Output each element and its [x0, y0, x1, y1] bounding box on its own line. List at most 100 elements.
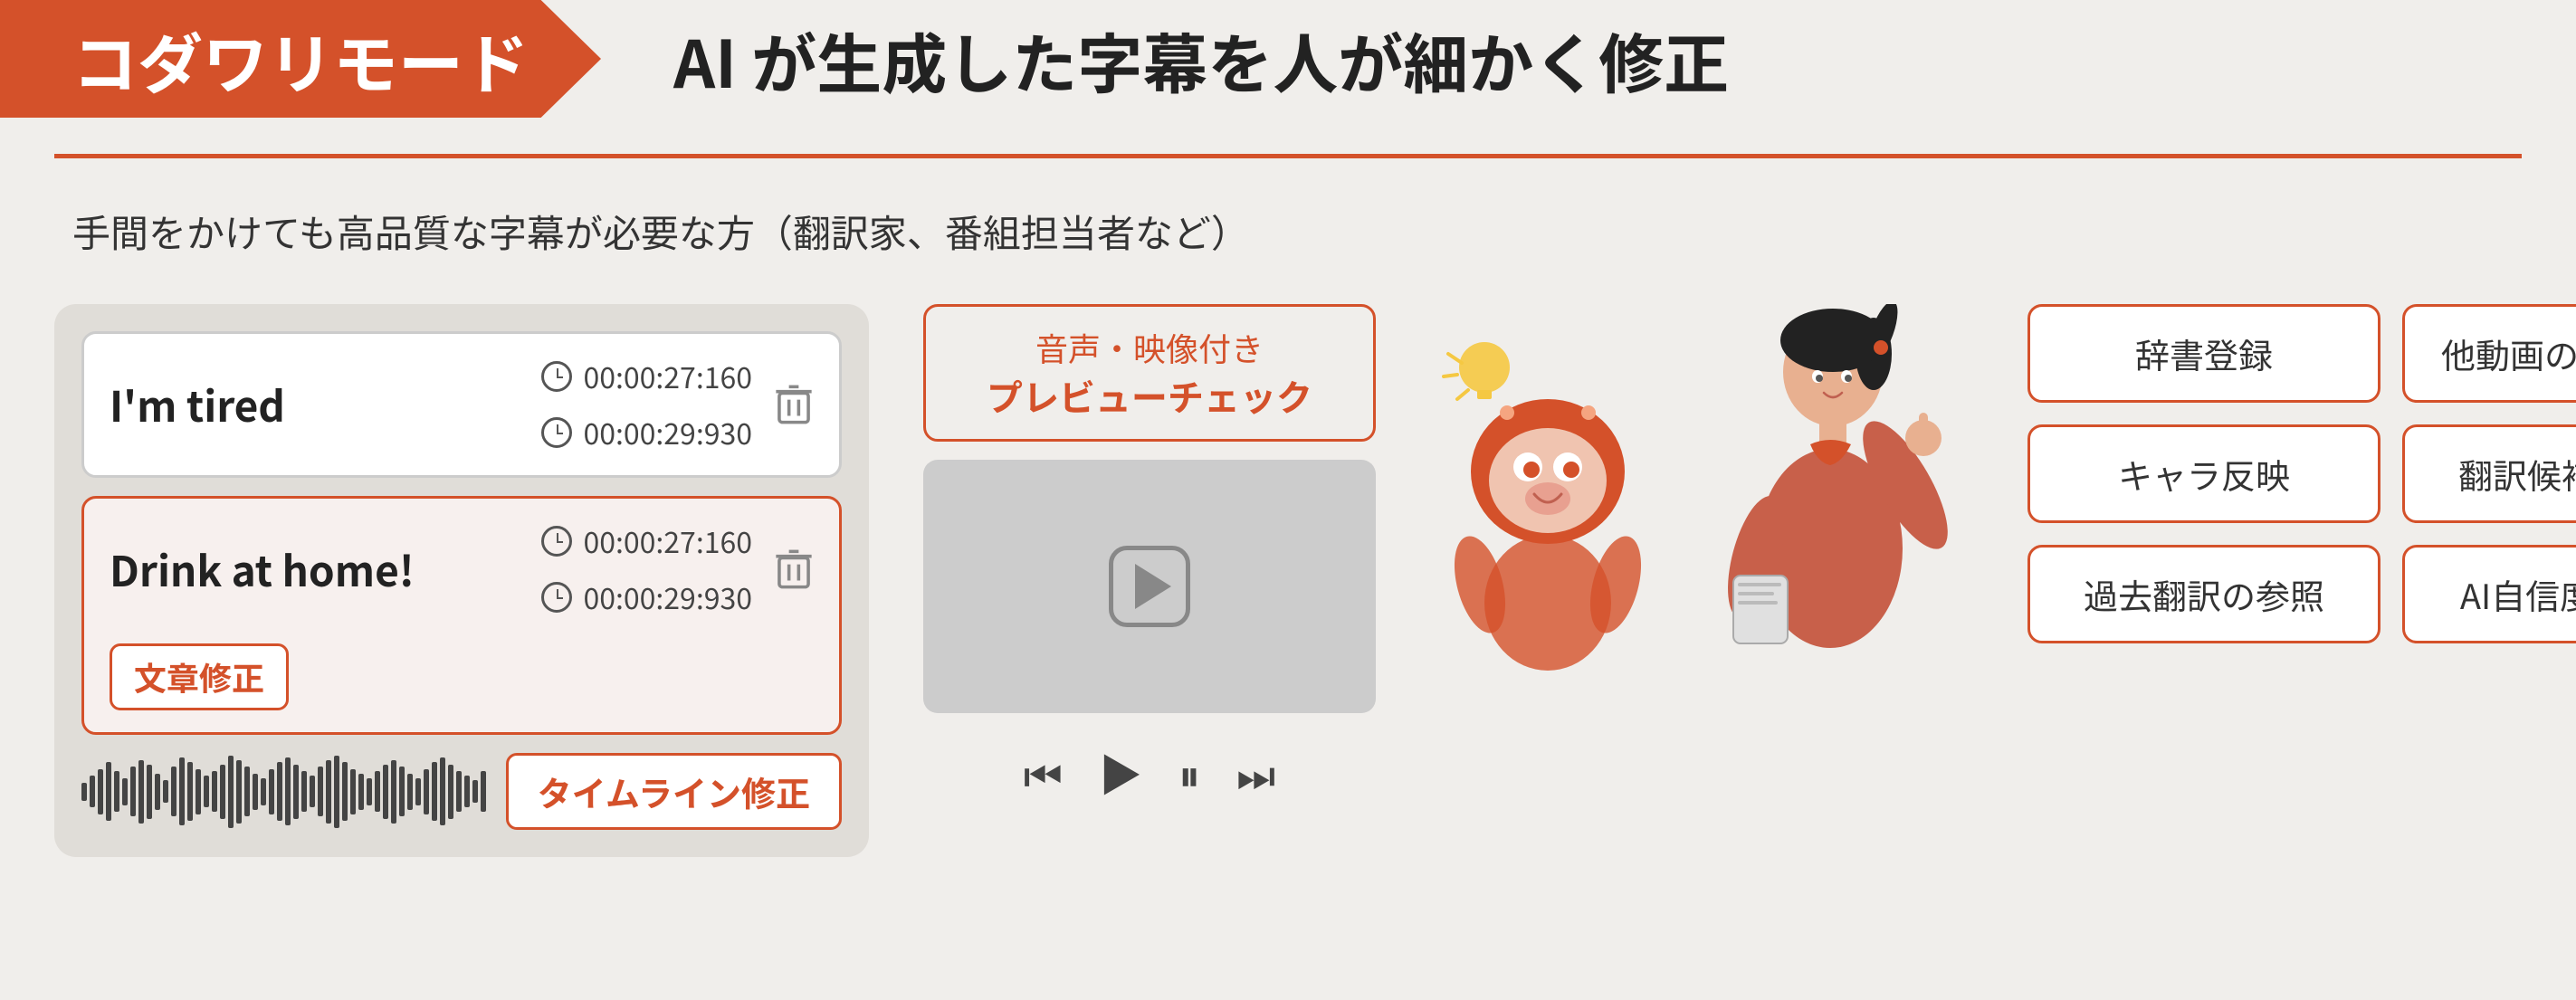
play-button-large[interactable]	[1109, 546, 1190, 627]
preview-label-top: 音声・映像付き	[953, 325, 1346, 370]
waveform-bar	[253, 774, 258, 810]
time-value-2b: 00:00:29:930	[583, 576, 752, 618]
waveform-bar	[106, 762, 111, 821]
timeline-badge-text: タイムライン修正	[538, 767, 810, 816]
preview-label-bottom: プレビューチェック	[953, 370, 1346, 421]
illustrations-wrapper	[1430, 304, 1955, 684]
waveform-bar	[228, 756, 234, 828]
waveform-bar	[342, 762, 348, 821]
waveform-bar	[326, 760, 331, 824]
subtitle-text-2: Drink at home!	[110, 539, 520, 599]
time-value-1b: 00:00:29:930	[583, 412, 752, 453]
page-title: AI が生成した字幕を人が細かく修正	[601, 0, 1729, 118]
waveform-bar	[301, 771, 307, 812]
page-title-text: AI が生成した字幕を人が細かく修正	[673, 12, 1729, 107]
subtitle-row-2: Drink at home! 00:00:27:160 00:00:29:930	[81, 496, 842, 735]
waveform-bar	[81, 783, 87, 801]
waveform-bar	[350, 769, 356, 814]
time-section-2: 00:00:27:160 00:00:29:930	[541, 520, 752, 618]
subtitle: 手間をかけても高品質な字幕が必要な方（翻訳家、番組担当者など）	[0, 204, 2576, 259]
subtitle-row-1: I'm tired 00:00:27:160 00:00:29:930	[81, 331, 842, 478]
feature-label-2: キャラ反映	[2118, 449, 2290, 499]
person-illustration	[1684, 304, 1955, 684]
feature-item-0: 辞書登録	[2027, 304, 2380, 403]
mode-badge-text: コダワリモード	[72, 12, 529, 107]
waveform-bar	[383, 765, 388, 819]
time-entry-1b: 00:00:29:930	[541, 412, 752, 453]
waveform-bar	[456, 771, 462, 812]
waveform-bar	[310, 776, 315, 807]
waveform-bar	[358, 774, 364, 810]
waveform-bar	[130, 767, 136, 816]
timeline-badge[interactable]: タイムライン修正	[506, 753, 842, 830]
waveform-bar	[244, 767, 250, 816]
waveform-bar	[179, 757, 185, 825]
waveform-bar	[98, 769, 103, 814]
waveform-bar	[407, 774, 413, 810]
correction-badge[interactable]: 文章修正	[110, 643, 289, 710]
waveform-section: タイムライン修正	[81, 753, 842, 830]
clock-icon-2a	[541, 526, 572, 557]
trash-icon-1[interactable]	[774, 382, 814, 427]
feature-item-3: 翻訳候補の選択	[2402, 424, 2576, 523]
robot-illustration	[1430, 340, 1647, 684]
waveform-bar	[375, 771, 380, 812]
waveform-bar	[212, 771, 217, 812]
waveform-bar	[334, 756, 339, 828]
waveform-bar	[163, 780, 168, 803]
feature-label-0: 辞書登録	[2135, 329, 2273, 378]
editor-panel: I'm tired 00:00:27:160 00:00:29:930	[54, 304, 869, 857]
clock-icon-1a	[541, 361, 572, 392]
waveform-bar	[187, 762, 193, 821]
time-entry-2a: 00:00:27:160	[541, 520, 752, 562]
feature-label-3: 翻訳候補の選択	[2458, 449, 2576, 499]
play-icon[interactable]: ▶	[1099, 740, 1142, 804]
subtitle-text: 手間をかけても高品質な字幕が必要な方（翻訳家、番組担当者など）	[72, 204, 1249, 259]
preview-badge: 音声・映像付き プレビューチェック	[923, 304, 1376, 442]
waveform-bar	[399, 767, 405, 816]
waveform-bar	[440, 757, 445, 825]
waveform-bar	[424, 769, 429, 814]
waveform-bar	[415, 778, 421, 805]
waveform-bar	[391, 760, 396, 824]
waveform-bar	[472, 780, 478, 803]
waveform-bar	[220, 765, 225, 819]
feature-label-1: 他動画の追加学習	[2441, 329, 2576, 378]
waveform-bar	[432, 762, 437, 821]
feature-item-5: AI自信度の表示	[2402, 545, 2576, 643]
time-value-1a: 00:00:27:160	[583, 356, 752, 397]
pause-icon[interactable]: ⏸	[1178, 740, 1200, 804]
mode-badge: コダワリモード	[0, 0, 601, 118]
waveform-bar	[122, 778, 128, 805]
skip-back-icon[interactable]: ⏮	[1024, 740, 1063, 804]
waveform-bar	[236, 760, 242, 824]
feature-item-4: 過去翻訳の参照	[2027, 545, 2380, 643]
play-triangle-icon	[1135, 564, 1171, 609]
main-content: I'm tired 00:00:27:160 00:00:29:930	[0, 304, 2576, 857]
waveform-bar	[114, 771, 119, 812]
video-panel: 音声・映像付き プレビューチェック ⏮ ▶ ⏸ ⏭	[923, 304, 1376, 813]
header-divider	[54, 154, 2522, 158]
waveform-bar	[147, 765, 152, 819]
waveform-bar	[448, 765, 453, 819]
feature-grid: 辞書登録 他動画の追加学習 キャラ反映 翻訳候補の選択 過去翻訳の参照 AI自信…	[2027, 304, 2576, 643]
waveform-bar	[318, 767, 323, 816]
feature-item-1: 他動画の追加学習	[2402, 304, 2576, 403]
waveform	[81, 756, 488, 828]
time-value-2a: 00:00:27:160	[583, 520, 752, 562]
correction-badge-text: 文章修正	[134, 653, 264, 700]
waveform-bar	[171, 767, 177, 816]
trash-icon-2[interactable]	[774, 547, 814, 592]
video-player	[923, 460, 1376, 713]
clock-icon-2b	[541, 582, 572, 613]
waveform-bar	[367, 778, 372, 805]
waveform-bar	[155, 774, 160, 810]
waveform-bar	[261, 778, 266, 805]
waveform-bar	[90, 776, 95, 807]
waveform-bar	[285, 757, 291, 825]
time-entry-2b: 00:00:29:930	[541, 576, 752, 618]
waveform-bar	[138, 760, 144, 824]
time-section-1: 00:00:27:160 00:00:29:930	[541, 356, 752, 453]
feature-label-4: 過去翻訳の参照	[2084, 569, 2324, 619]
skip-forward-icon[interactable]: ⏭	[1236, 740, 1275, 804]
